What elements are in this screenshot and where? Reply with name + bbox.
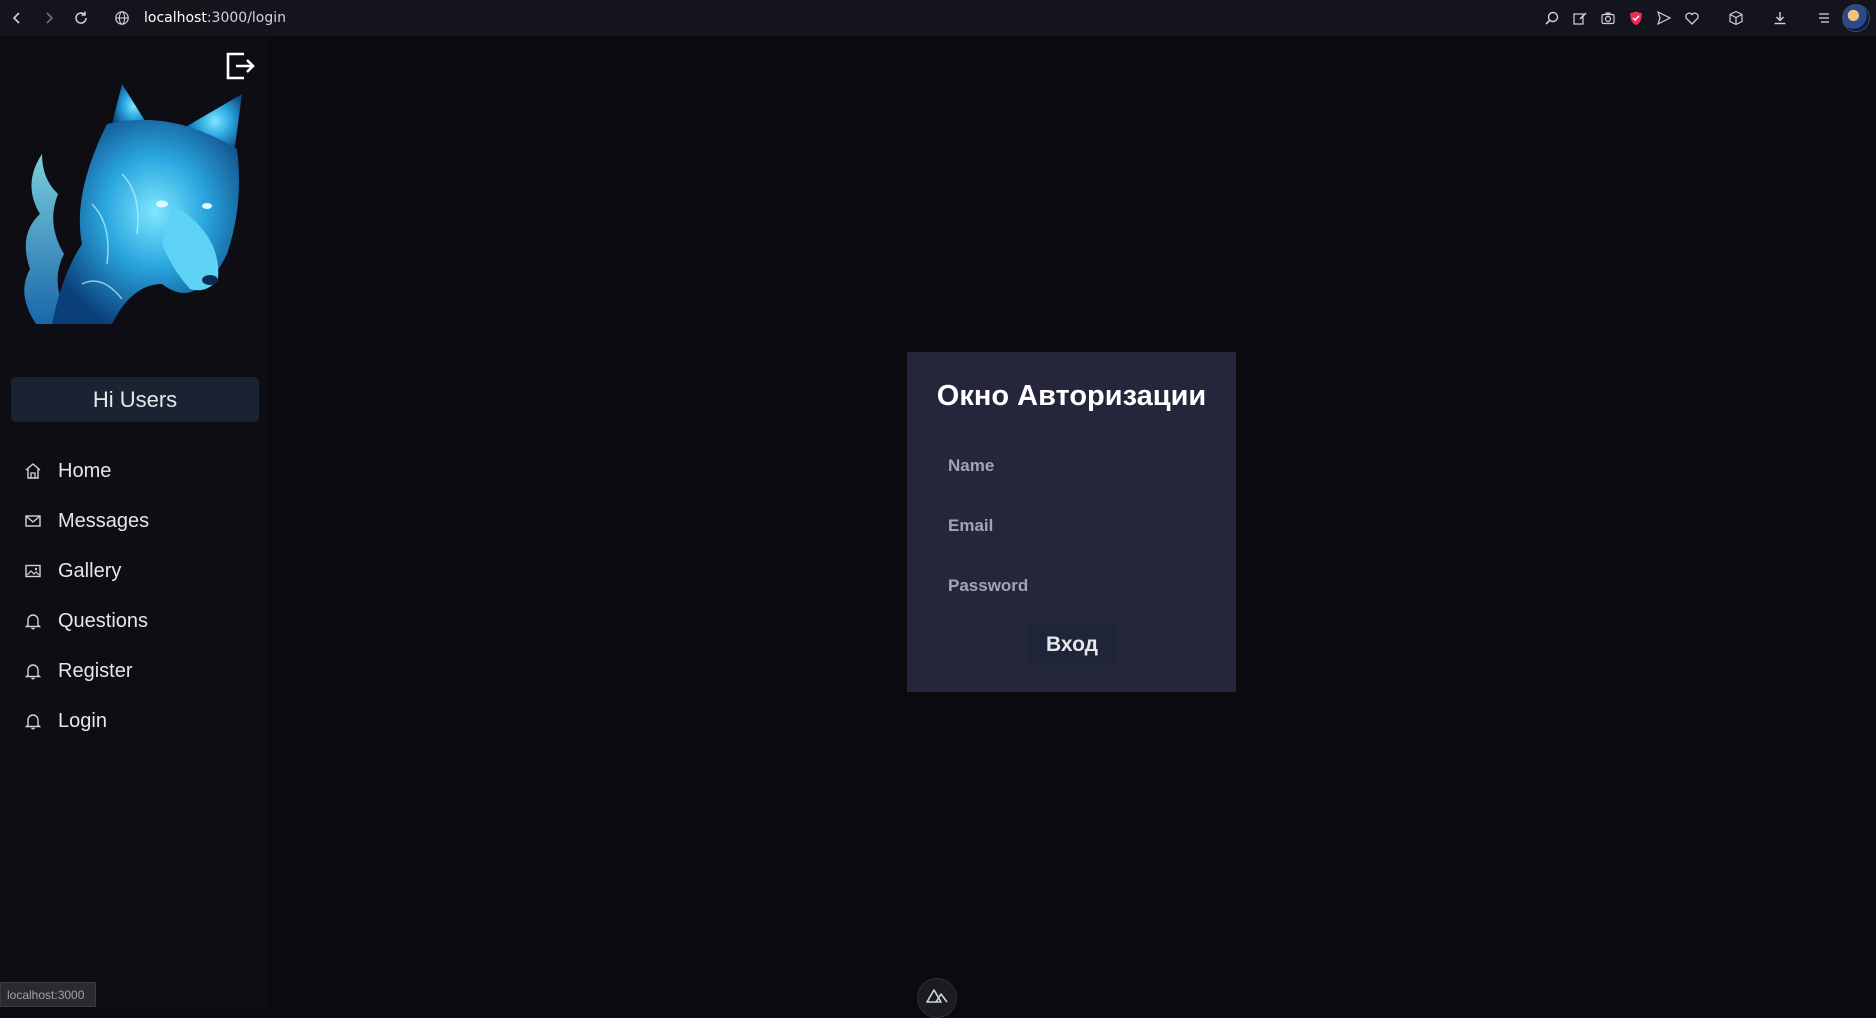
sidebar-item-gallery[interactable]: Gallery <box>0 546 266 596</box>
shield-icon[interactable] <box>1626 8 1646 28</box>
sidebar-item-questions[interactable]: Questions <box>0 596 266 646</box>
browser-toolbar: localhost:3000/login <box>0 0 1876 36</box>
email-field[interactable] <box>942 506 1202 546</box>
sidebar-item-login[interactable]: Login <box>0 696 266 746</box>
mail-icon <box>24 512 42 530</box>
sidebar-item-label: Home <box>58 459 112 482</box>
sidebar-item-label: Register <box>58 659 133 682</box>
nuxt-logo-icon <box>926 989 948 1003</box>
image-icon <box>24 562 42 580</box>
login-submit-button[interactable]: Вход <box>1026 625 1118 665</box>
bell-icon <box>24 612 42 630</box>
sidebar-item-label: Messages <box>58 509 150 532</box>
sidebar-item-label: Gallery <box>58 559 122 582</box>
password-field[interactable] <box>942 566 1202 606</box>
login-title: Окно Авторизации <box>936 380 1207 412</box>
download-icon[interactable] <box>1770 8 1790 28</box>
bell-icon <box>24 662 42 680</box>
cube-icon[interactable] <box>1726 8 1746 28</box>
camera-icon[interactable] <box>1598 8 1618 28</box>
devtools-toggle[interactable] <box>917 978 957 1018</box>
reload-icon <box>75 11 87 24</box>
wolf-avatar-image <box>12 84 244 324</box>
link-status-tooltip: localhost:3000 <box>0 982 96 1007</box>
forward-button[interactable] <box>34 3 64 33</box>
sidebar-item-label: Questions <box>58 609 149 632</box>
sidebar-item-label: Login <box>58 709 107 732</box>
bell-icon <box>24 712 42 730</box>
logout-icon <box>226 52 255 80</box>
name-field[interactable] <box>942 446 1202 486</box>
sidebar-item-register[interactable]: Register <box>0 646 266 696</box>
address-bar[interactable]: localhost:3000/login <box>114 10 286 26</box>
greeting-banner: Hi Users <box>11 377 259 422</box>
menu-icon[interactable] <box>1814 8 1834 28</box>
login-form: Окно Авторизации Вход <box>907 352 1236 692</box>
send-icon[interactable] <box>1654 8 1674 28</box>
address-url: localhost:3000/login <box>144 10 287 26</box>
chevron-right-icon <box>46 12 54 24</box>
reload-button[interactable] <box>66 3 96 33</box>
globe-icon <box>115 11 129 25</box>
heart-icon[interactable] <box>1682 8 1702 28</box>
sidebar-item-home[interactable]: Home <box>0 446 266 496</box>
profile-avatar[interactable] <box>1842 4 1870 32</box>
chevron-left-icon <box>12 12 20 24</box>
zoom-icon[interactable] <box>1542 8 1562 28</box>
back-button[interactable] <box>2 3 32 33</box>
edit-icon[interactable] <box>1570 8 1590 28</box>
logout-button[interactable] <box>224 48 256 84</box>
sidebar-item-messages[interactable]: Messages <box>0 496 266 546</box>
sidebar-menu: Home Messages Gallery Questions Register… <box>0 446 266 746</box>
home-icon <box>24 462 42 480</box>
sidebar: Hi Users Home Messages Gallery Questions… <box>0 36 266 1007</box>
